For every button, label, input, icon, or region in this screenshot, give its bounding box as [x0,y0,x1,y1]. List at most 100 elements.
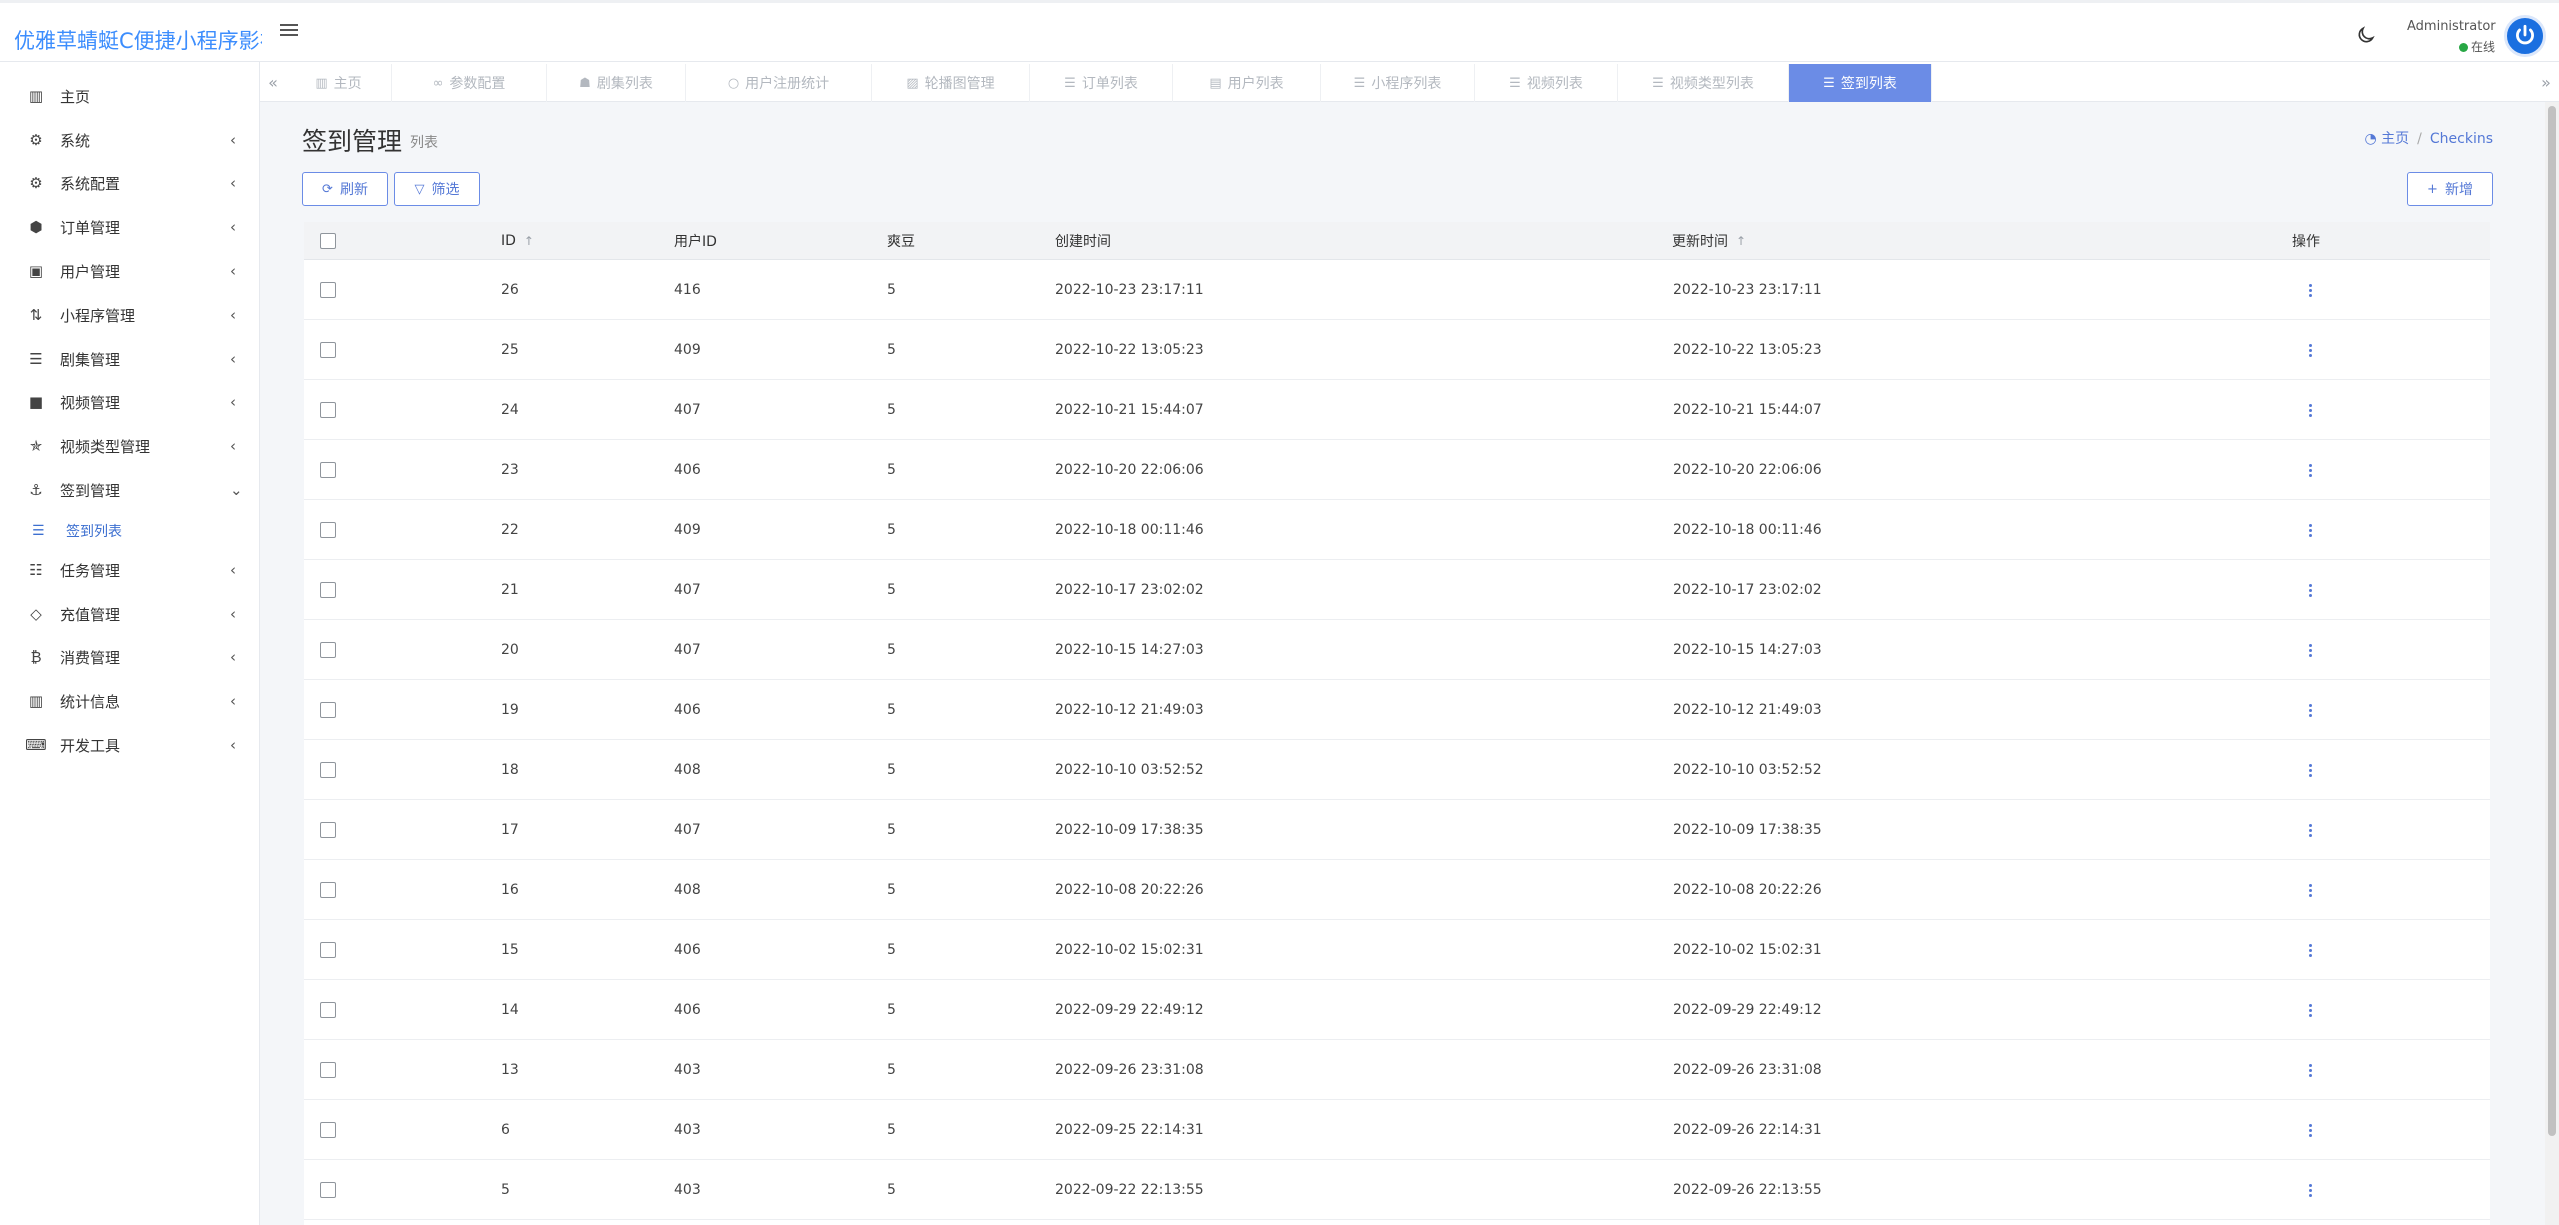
select-all-checkbox[interactable] [320,222,336,260]
filter-button[interactable]: ▽ 筛选 [394,172,480,206]
page-scrollbar[interactable] [2545,102,2559,1225]
table-row[interactable]: 21 407 5 2022-10-17 23:02:02 2022-10-17 23:0… [304,560,2490,620]
sidebar-item-10[interactable]: ☰ 签到列表 [0,514,260,548]
row-checkbox[interactable] [320,800,336,860]
table-row[interactable]: 5 403 5 2022-09-22 22:13:55 2022-09-26 22:13… [304,1160,2490,1220]
table-row[interactable]: 13 403 5 2022-09-26 23:31:08 2022-09-26 23:3… [304,1040,2490,1100]
row-actions-kebab-icon[interactable] [2308,980,2312,1040]
row-actions-kebab-icon[interactable] [2308,1100,2312,1160]
table-row[interactable]: 20 407 5 2022-10-15 14:27:03 2022-10-15 14:2… [304,620,2490,680]
sidebar-item-14[interactable]: ▥ 统计信息 ‹ [0,681,260,721]
tab-2[interactable]: ☗ 剧集列表 [547,64,686,102]
table-cell: 5 [887,942,896,958]
row-actions-kebab-icon[interactable] [2308,1160,2312,1220]
brand-logo-text[interactable]: 优雅草蜻蜓C便捷小程序影视 [14,25,262,55]
row-checkbox[interactable] [320,620,336,680]
table-cell: 26 [501,282,519,298]
tab-3[interactable]: ○ 用户注册统计 [686,64,872,102]
row-actions-kebab-icon[interactable] [2308,800,2312,860]
table-cell: 2022-10-10 03:52:52 [1673,762,1822,778]
row-actions-kebab-icon[interactable] [2308,1040,2312,1100]
table-cell: 407 [674,402,701,418]
tab-7[interactable]: ☰ 小程序列表 [1321,64,1475,102]
tab-10[interactable]: ☰ 签到列表 [1789,64,1932,102]
sidebar-item-7[interactable]: ■ 视频管理 ‹ [0,382,260,422]
column-header-id[interactable]: ID ↑ [501,222,534,260]
sidebar-item-11[interactable]: ☷ 任务管理 ‹ [0,550,260,590]
table-row[interactable]: 14 406 5 2022-09-29 22:49:12 2022-09-29 22:4… [304,980,2490,1040]
row-actions-kebab-icon[interactable] [2308,740,2312,800]
row-checkbox[interactable] [320,440,336,500]
row-actions-kebab-icon[interactable] [2308,620,2312,680]
tab-8[interactable]: ☰ 视频列表 [1475,64,1618,102]
filter-icon: ▽ [414,181,425,197]
row-actions-kebab-icon[interactable] [2308,260,2312,320]
row-checkbox[interactable] [320,1160,336,1220]
user-name[interactable]: Administrator [2407,19,2496,34]
row-actions-kebab-icon[interactable] [2308,380,2312,440]
sidebar-item-5[interactable]: ⇅ 小程序管理 ‹ [0,295,260,335]
hamburger-menu-icon[interactable] [280,21,298,39]
sidebar-item-4[interactable]: ▣ 用户管理 ‹ [0,251,260,291]
tab-5[interactable]: ☰ 订单列表 [1030,64,1173,102]
breadcrumb-home[interactable]: 主页 [2381,131,2409,147]
table-row[interactable]: 24 407 5 2022-10-21 15:44:07 2022-10-21 15:4… [304,380,2490,440]
tab-9[interactable]: ☰ 视频类型列表 [1618,64,1789,102]
sidebar-item-0[interactable]: ▥ 主页 [0,76,260,116]
sidebar-item-6[interactable]: ☰ 剧集管理 ‹ [0,339,260,379]
sidebar-item-9[interactable]: ⚓ 签到管理 ⌄ [0,470,260,510]
tab-1[interactable]: ∞ 参数配置 [392,64,547,102]
sidebar-item-3[interactable]: ⬢ 订单管理 ‹ [0,207,260,247]
row-checkbox[interactable] [320,920,336,980]
row-checkbox[interactable] [320,500,336,560]
row-checkbox[interactable] [320,1040,336,1100]
sort-arrow-icon[interactable]: ↑ [1736,234,1746,248]
row-checkbox[interactable] [320,320,336,380]
tab-6[interactable]: ▤ 用户列表 [1173,64,1321,102]
tab-4[interactable]: ▨ 轮播图管理 [872,64,1030,102]
sidebar-item-2[interactable]: ⚙ 系统配置 ‹ [0,163,260,203]
table-row[interactable]: 16 408 5 2022-10-08 20:22:26 2022-10-08 20:2… [304,860,2490,920]
refresh-button[interactable]: ⟳ 刷新 [302,172,388,206]
tab-scroll-left-icon[interactable]: « [260,62,286,102]
sidebar-item-8[interactable]: ✯ 视频类型管理 ‹ [0,426,260,466]
table-row[interactable]: 17 407 5 2022-10-09 17:38:35 2022-10-09 17:3… [304,800,2490,860]
tab-scroll-right-icon[interactable]: » [2533,62,2559,102]
table-row[interactable]: 19 406 5 2022-10-12 21:49:03 2022-10-12 21:4… [304,680,2490,740]
row-actions-kebab-icon[interactable] [2308,500,2312,560]
table-row[interactable]: 23 406 5 2022-10-20 22:06:06 2022-10-20 22:0… [304,440,2490,500]
table-row[interactable]: 18 408 5 2022-10-10 03:52:52 2022-10-10 03:5… [304,740,2490,800]
row-actions-kebab-icon[interactable] [2308,560,2312,620]
row-actions-kebab-icon[interactable] [2308,440,2312,500]
row-actions-kebab-icon[interactable] [2308,320,2312,380]
table-row[interactable]: 22 409 5 2022-10-18 00:11:46 2022-10-18 00:1… [304,500,2490,560]
row-checkbox[interactable] [320,1100,336,1160]
sort-arrow-icon[interactable]: ↑ [524,234,534,248]
tab-0[interactable]: ▥ 主页 [286,64,392,102]
row-actions-kebab-icon[interactable] [2308,920,2312,980]
row-checkbox[interactable] [320,680,336,740]
table-row[interactable]: 26 416 5 2022-10-23 23:17:11 2022-10-23 23:1… [304,260,2490,320]
new-button[interactable]: + 新增 [2407,172,2493,206]
avatar[interactable] [2504,15,2546,57]
table-row[interactable]: 25 409 5 2022-10-22 13:05:23 2022-10-22 13:0… [304,320,2490,380]
row-checkbox[interactable] [320,980,336,1040]
row-actions-kebab-icon[interactable] [2308,860,2312,920]
row-checkbox[interactable] [320,860,336,920]
dark-mode-moon-icon[interactable] [2356,25,2376,45]
row-checkbox[interactable] [320,560,336,620]
sidebar-item-15[interactable]: ⌨ 开发工具 ‹ [0,725,260,765]
table-row[interactable]: 6 403 5 2022-09-25 22:14:31 2022-09-26 22:14… [304,1100,2490,1160]
breadcrumb-current[interactable]: Checkins [2430,131,2493,147]
table-cell: 2022-10-17 23:02:02 [1055,582,1204,598]
sidebar-item-12[interactable]: ◇ 充值管理 ‹ [0,594,260,634]
row-checkbox[interactable] [320,740,336,800]
row-actions-kebab-icon[interactable] [2308,680,2312,740]
row-checkbox[interactable] [320,380,336,440]
sidebar-item-13[interactable]: ₿ 消费管理 ‹ [0,637,260,677]
gear-icon: ⚙ [29,131,43,149]
column-header-updated-at[interactable]: 更新时间 ↑ [1672,222,1746,260]
table-row[interactable]: 15 406 5 2022-10-02 15:02:31 2022-10-02 15:0… [304,920,2490,980]
sidebar-item-1[interactable]: ⚙ 系统 ‹ [0,120,260,160]
row-checkbox[interactable] [320,260,336,320]
